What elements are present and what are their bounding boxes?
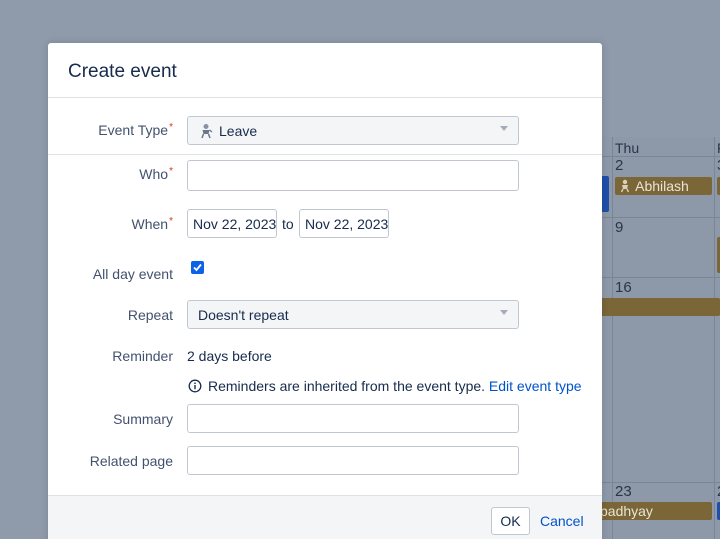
calendar-gridline — [600, 277, 720, 278]
required-marker: * — [169, 122, 173, 133]
edit-event-type-link[interactable]: Edit event type — [489, 378, 582, 394]
calendar-event-label: Abhilash — [635, 178, 689, 194]
calendar-header: Thu F — [600, 137, 720, 157]
calendar-gridline — [714, 137, 715, 539]
end-date-input[interactable]: Nov 22, 2023 — [299, 209, 389, 238]
chevron-down-icon — [500, 126, 508, 131]
person-leave-icon — [620, 179, 630, 193]
when-label-text: When — [131, 216, 169, 232]
chevron-down-icon — [500, 310, 508, 315]
calendar-event[interactable] — [600, 298, 720, 316]
cancel-button[interactable]: Cancel — [540, 513, 584, 529]
event-type-label-text: Event Type — [98, 122, 169, 138]
event-type-value: Leave — [219, 123, 258, 139]
summary-input[interactable] — [187, 404, 519, 433]
related-page-label: Related page — [89, 453, 173, 469]
calendar-event[interactable]: Abhilash — [615, 177, 712, 195]
calendar-event-label: padhyay — [600, 503, 653, 519]
who-label: Who* — [48, 166, 173, 182]
dialog-title: Create event — [68, 61, 177, 82]
dialog-header: Create event — [48, 43, 602, 98]
date-range-separator: to — [282, 216, 294, 232]
calendar-date[interactable]: 9 — [615, 219, 623, 236]
person-leave-icon — [201, 124, 213, 139]
repeat-select[interactable]: Doesn't repeat — [187, 300, 519, 329]
ok-button[interactable]: OK — [491, 507, 530, 535]
reminder-note-text: Reminders are inherited from the event t… — [208, 378, 486, 394]
required-marker: * — [169, 166, 173, 177]
summary-label: Summary — [113, 411, 173, 427]
calendar-date[interactable]: 23 — [615, 483, 632, 500]
who-input[interactable] — [187, 160, 519, 191]
calendar-event[interactable]: padhyay — [600, 502, 712, 520]
info-icon — [188, 379, 202, 393]
reminder-label: Reminder — [112, 348, 173, 364]
calendar-date[interactable]: 16 — [615, 279, 632, 296]
start-date-input[interactable]: Nov 22, 2023 — [187, 209, 277, 238]
event-type-label: Event Type* — [48, 122, 173, 138]
who-label-text: Who — [139, 166, 169, 182]
repeat-label: Repeat — [127, 307, 173, 323]
when-label: When* — [48, 216, 173, 232]
all-day-label: All day event — [92, 266, 173, 282]
reminder-value: 2 days before — [187, 348, 272, 364]
divider — [48, 154, 602, 155]
checkmark-icon — [193, 263, 202, 272]
calendar-gridline — [600, 217, 720, 218]
required-marker: * — [169, 216, 173, 227]
create-event-dialog: Create event Event Type* Leave Who* When… — [48, 43, 602, 539]
all-day-checkbox[interactable] — [191, 261, 204, 274]
calendar-gridline — [612, 137, 613, 539]
reminder-note: Reminders are inherited from the event t… — [208, 378, 582, 394]
repeat-value: Doesn't repeat — [198, 307, 289, 323]
related-page-input[interactable] — [187, 446, 519, 475]
calendar-day-thu: Thu — [615, 140, 640, 156]
calendar-background: Thu F 2 3 Abhilash 9 16 23 2 padhyay — [600, 137, 720, 539]
calendar-date[interactable]: 2 — [615, 157, 623, 174]
event-type-select[interactable]: Leave — [187, 116, 519, 145]
